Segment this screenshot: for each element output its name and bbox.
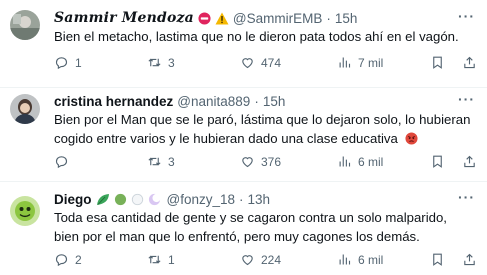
tweet-text: Toda esa cantidad de gente y se cagaron … bbox=[54, 210, 447, 244]
retweet-button[interactable]: 3 bbox=[147, 55, 175, 70]
separator-dot: · bbox=[254, 93, 259, 109]
share-icon bbox=[464, 253, 475, 266]
more-options-icon[interactable]: ··· bbox=[458, 189, 475, 205]
reply-button[interactable]: 1 bbox=[54, 55, 82, 70]
reply-button[interactable] bbox=[54, 154, 75, 169]
retweet-count: 3 bbox=[168, 55, 175, 70]
retweet-button[interactable]: 1 bbox=[147, 252, 175, 267]
bookmark-button[interactable] bbox=[430, 154, 445, 169]
tweet-text: Bien el metacho, lastima que no le diero… bbox=[54, 29, 459, 44]
heart-icon bbox=[242, 157, 253, 168]
reply-button[interactable]: 2 bbox=[54, 252, 82, 267]
retweet-icon bbox=[148, 58, 161, 67]
timestamp[interactable]: 15h bbox=[335, 11, 358, 26]
bookmark-icon bbox=[433, 253, 442, 266]
view-count: 6 mil bbox=[358, 252, 384, 267]
more-options-icon[interactable]: ··· bbox=[458, 91, 475, 107]
leaf-icon bbox=[96, 193, 110, 206]
user-handle[interactable]: @SammirEMB bbox=[233, 11, 322, 26]
warning-icon bbox=[215, 12, 229, 25]
views-icon bbox=[339, 57, 351, 68]
retweet-count: 1 bbox=[168, 252, 175, 267]
avatar[interactable] bbox=[10, 196, 40, 226]
share-icon bbox=[464, 155, 475, 168]
timestamp[interactable]: 15h bbox=[263, 94, 286, 109]
avatar[interactable] bbox=[10, 10, 40, 40]
share-button[interactable] bbox=[462, 55, 477, 70]
views-button[interactable]: 7 mil bbox=[337, 55, 383, 70]
heart-icon bbox=[242, 255, 253, 266]
like-count: 474 bbox=[261, 55, 282, 70]
like-count: 224 bbox=[261, 252, 282, 267]
separator-dot: · bbox=[326, 10, 331, 26]
avatar[interactable] bbox=[10, 94, 40, 124]
tweet[interactable]: cristina hernandez @nanita889 · 15h ··· … bbox=[0, 88, 487, 181]
view-count: 6 mil bbox=[358, 154, 384, 169]
like-button[interactable]: 224 bbox=[240, 252, 281, 267]
more-options-icon[interactable]: ··· bbox=[458, 8, 475, 24]
views-button[interactable]: 6 mil bbox=[337, 252, 383, 267]
retweet-icon bbox=[148, 157, 161, 166]
like-count: 376 bbox=[261, 154, 282, 169]
angry-face-icon bbox=[404, 131, 418, 150]
separator-dot: · bbox=[239, 191, 244, 207]
share-icon bbox=[464, 56, 475, 69]
heart-icon bbox=[242, 58, 253, 69]
share-button[interactable] bbox=[462, 252, 477, 267]
display-name[interactable]: cristina hernandez bbox=[54, 94, 173, 109]
user-handle[interactable]: @nanita889 bbox=[177, 94, 250, 109]
green-circle-icon bbox=[114, 193, 127, 206]
bookmark-icon bbox=[433, 56, 442, 69]
like-button[interactable]: 474 bbox=[240, 55, 281, 70]
views-icon bbox=[339, 254, 351, 265]
no-entry-icon bbox=[198, 11, 211, 25]
views-button[interactable]: 6 mil bbox=[337, 154, 383, 169]
white-circle-icon bbox=[131, 193, 144, 206]
reply-icon bbox=[55, 254, 68, 267]
views-icon bbox=[339, 156, 351, 167]
reply-count: 1 bbox=[75, 55, 82, 70]
like-button[interactable]: 376 bbox=[240, 154, 281, 169]
bookmark-icon bbox=[433, 155, 442, 168]
retweet-icon bbox=[148, 255, 161, 264]
retweet-count: 3 bbox=[168, 154, 175, 169]
display-name[interactable]: Diego bbox=[54, 192, 92, 207]
reply-count: 2 bbox=[75, 252, 82, 267]
tweet[interactable]: Diego @fonzy_18 · 13h ··· Toda esa canti… bbox=[0, 182, 487, 275]
bookmark-button[interactable] bbox=[430, 55, 445, 70]
user-handle[interactable]: @fonzy_18 bbox=[167, 192, 236, 207]
retweet-button[interactable]: 3 bbox=[147, 154, 175, 169]
tweet[interactable]: Sammir Mendoza @SammirEMB · 15h ··· Bien… bbox=[0, 0, 487, 87]
tweet-text: Bien por el Man que se le paró, lástima … bbox=[54, 110, 473, 150]
reply-icon bbox=[55, 156, 68, 169]
share-button[interactable] bbox=[462, 154, 477, 169]
view-count: 7 mil bbox=[358, 55, 384, 70]
reply-icon bbox=[55, 57, 68, 70]
display-name[interactable]: Sammir Mendoza bbox=[54, 10, 194, 26]
timestamp[interactable]: 13h bbox=[248, 192, 271, 207]
bookmark-button[interactable] bbox=[430, 252, 445, 267]
crescent-moon-icon bbox=[148, 193, 161, 206]
